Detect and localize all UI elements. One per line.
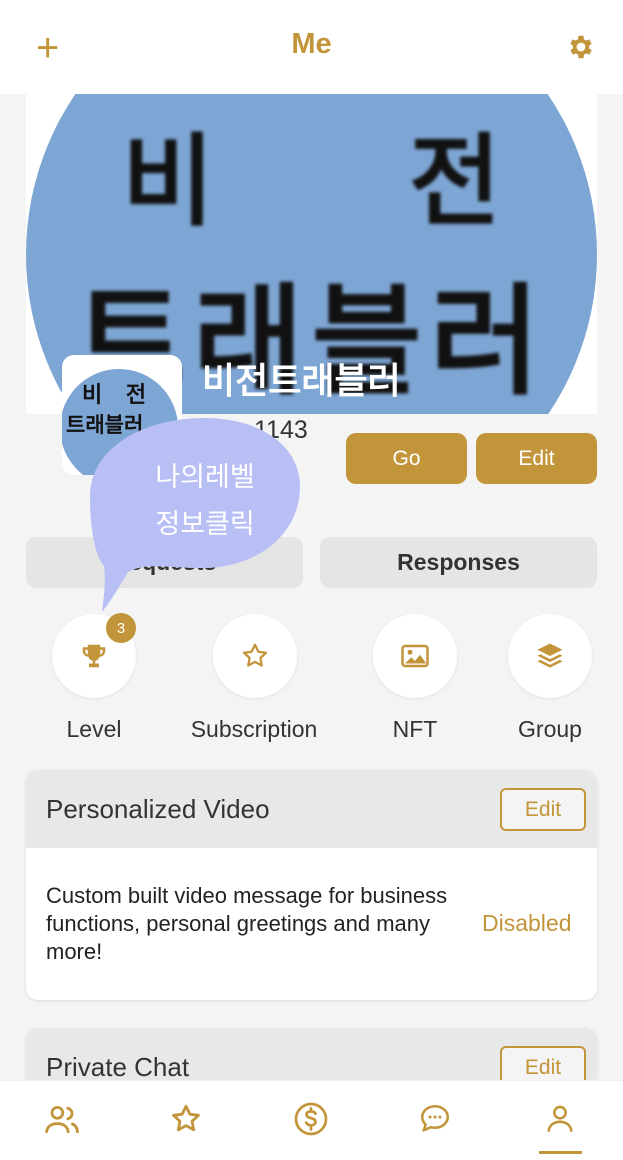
group-button[interactable] xyxy=(508,614,592,698)
group-label: Group xyxy=(518,716,582,742)
personalized-video-edit-button[interactable]: Edit xyxy=(500,788,586,831)
page-title: Me xyxy=(291,28,332,60)
active-tab-indicator xyxy=(539,1151,582,1154)
subscription-button[interactable] xyxy=(213,614,297,698)
nav-profile[interactable] xyxy=(540,1099,580,1139)
bubble-text-line2: 정보클릭 xyxy=(155,509,255,540)
subscription-label: Subscription xyxy=(190,716,318,742)
nft-button[interactable] xyxy=(373,614,457,698)
card-title: Personalized Video xyxy=(46,794,270,824)
card-description: Custom built video message for business … xyxy=(46,883,448,964)
people-icon xyxy=(45,1106,79,1134)
card-title: Private Chat xyxy=(46,1052,190,1082)
card-header: Private Chat Edit xyxy=(26,1028,597,1088)
image-icon xyxy=(401,644,429,668)
user-icon xyxy=(547,1105,573,1132)
edit-profile-button[interactable]: Edit xyxy=(476,433,597,484)
app-header: + Me xyxy=(0,0,623,94)
nav-messages[interactable] xyxy=(415,1099,455,1139)
star-icon xyxy=(172,1104,200,1132)
level-label: Level xyxy=(66,716,122,742)
nav-people[interactable] xyxy=(42,1099,82,1139)
star-icon xyxy=(242,643,268,667)
bottom-nav xyxy=(0,1080,623,1160)
chat-icon xyxy=(420,1104,450,1132)
avatar-text-line1: 비 전 xyxy=(82,383,155,408)
layers-icon xyxy=(537,643,563,668)
tab-responses[interactable]: Responses xyxy=(320,537,597,588)
private-chat-card: Private Chat Edit xyxy=(26,1028,597,1088)
username: 비전트래블러 xyxy=(202,361,401,402)
nav-favorites[interactable] xyxy=(166,1099,206,1139)
dollar-icon xyxy=(294,1102,328,1136)
cover-text-line1: 비 전 xyxy=(122,123,581,240)
gear-icon[interactable] xyxy=(566,32,596,62)
bubble-text-line1: 나의레벨 xyxy=(155,462,255,493)
trophy-icon xyxy=(82,644,106,668)
level-badge: 3 xyxy=(106,613,136,643)
nav-earnings[interactable] xyxy=(291,1099,331,1139)
personalized-video-card: Personalized Video Edit Custom built vid… xyxy=(26,770,597,1000)
status-badge: Disabled xyxy=(482,910,572,936)
card-header: Personalized Video Edit xyxy=(26,770,597,848)
go-button[interactable]: Go xyxy=(346,433,467,484)
